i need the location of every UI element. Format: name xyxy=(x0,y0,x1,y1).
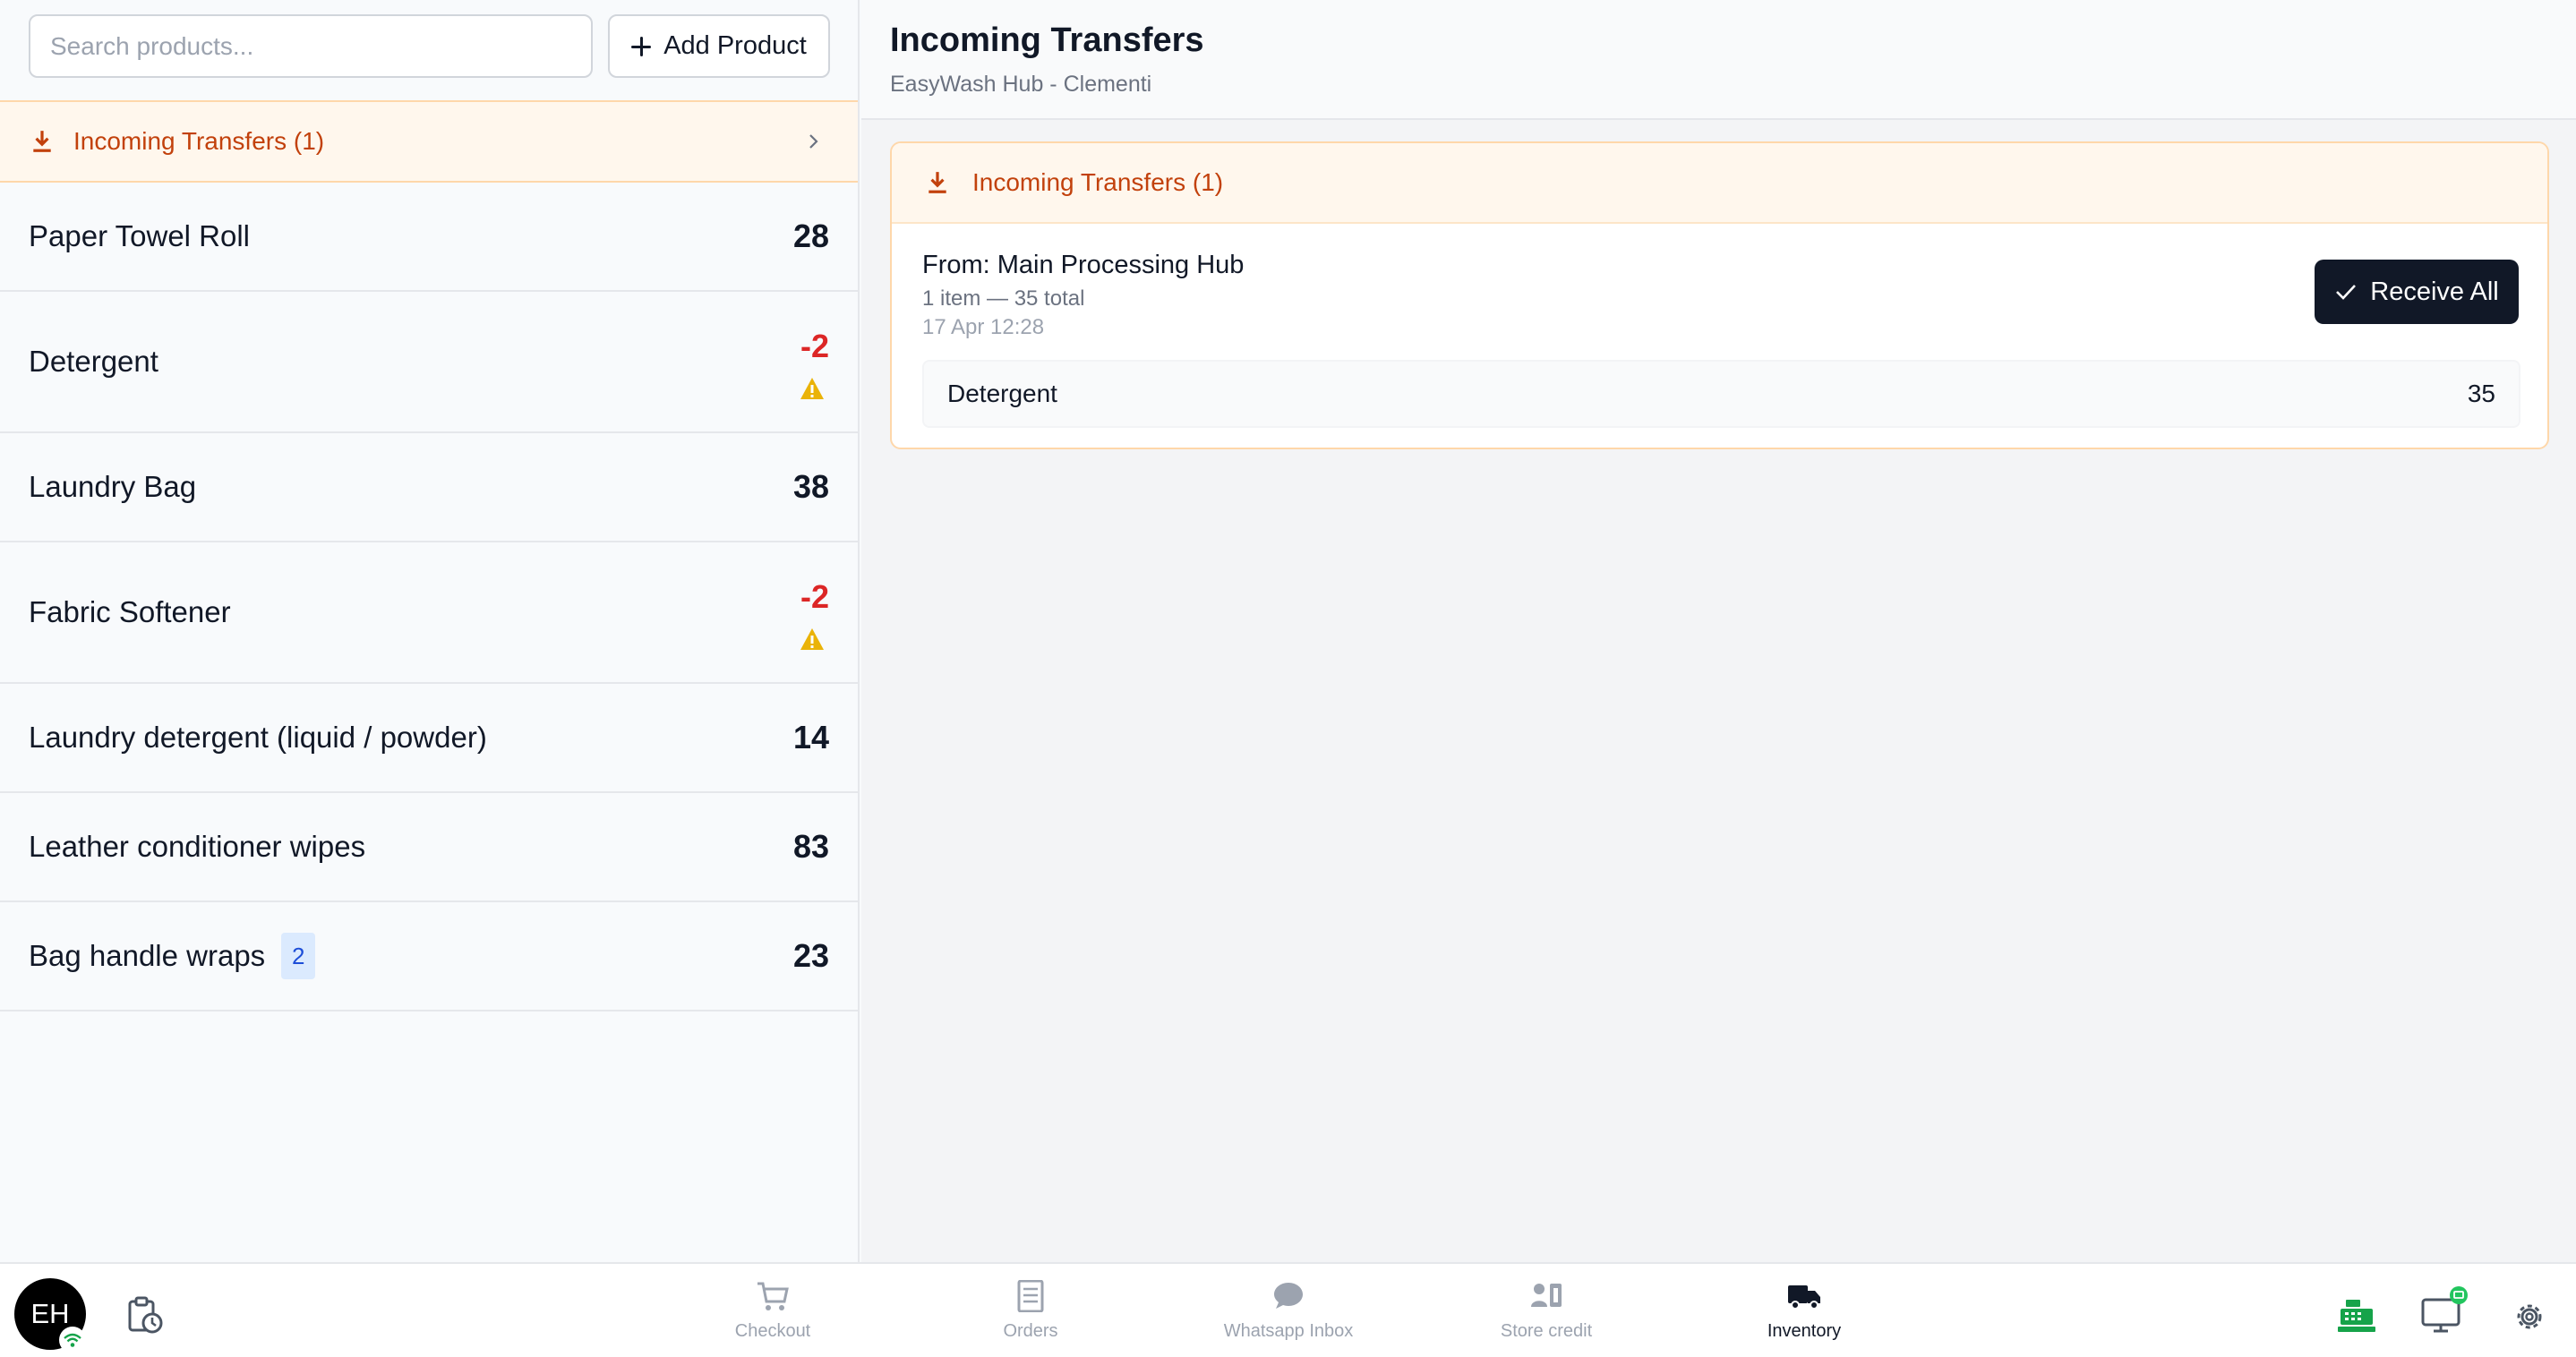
cart-icon xyxy=(757,1282,789,1310)
download-icon xyxy=(929,172,946,193)
nav-checkout[interactable]: Checkout xyxy=(674,1280,871,1352)
nav-inventory[interactable]: Inventory xyxy=(1706,1280,1903,1352)
truck-icon xyxy=(1788,1285,1820,1310)
product-name: Paper Towel Roll xyxy=(29,219,251,252)
product-name: Laundry detergent (liquid / powder) xyxy=(29,721,487,754)
transfer-item-quantity: 35 xyxy=(2467,380,2495,407)
warning-icon xyxy=(800,378,824,399)
user-initials: EH xyxy=(30,1298,70,1329)
incoming-transfers-banner[interactable]: Incoming Transfers (1) xyxy=(0,100,858,183)
check-icon xyxy=(2336,285,2357,300)
add-product-button[interactable]: Add Product xyxy=(608,14,830,78)
product-row[interactable]: Paper Towel Roll 28 xyxy=(0,183,858,292)
product-row[interactable]: Bag handle wraps 2 23 xyxy=(0,902,858,1011)
product-row[interactable]: Laundry detergent (liquid / powder) 14 xyxy=(0,684,858,793)
transfer-summary: 1 item — 35 total xyxy=(922,286,1085,311)
transfers-card-title: Incoming Transfers (1) xyxy=(972,168,1224,196)
page-title: Incoming Transfers xyxy=(890,21,1204,59)
nav-whatsapp-inbox[interactable]: Whatsapp Inbox xyxy=(1190,1280,1387,1352)
chevron-right-icon xyxy=(809,134,818,149)
nav-label: Whatsapp Inbox xyxy=(1223,1321,1354,1341)
store-name: EasyWash Hub - Clementi xyxy=(890,72,1152,97)
wallet-icon xyxy=(1531,1284,1562,1307)
product-quantity: 28 xyxy=(792,218,829,254)
search-input[interactable] xyxy=(29,14,593,78)
product-sidebar: Add Product Incoming Transfers (1) Paper… xyxy=(0,0,860,1262)
download-icon xyxy=(33,131,51,152)
detail-header: Incoming Transfers EasyWash Hub - Clemen… xyxy=(861,0,2576,120)
variant-count-badge: 2 xyxy=(281,933,316,979)
receipt-icon xyxy=(1017,1280,1044,1312)
product-name: Bag handle wraps xyxy=(29,939,266,972)
nav-orders[interactable]: Orders xyxy=(932,1280,1129,1352)
transfers-card: Incoming Transfers (1) From: Main Proces… xyxy=(890,141,2549,449)
transfers-detail-panel: Incoming Transfers EasyWash Hub - Clemen… xyxy=(861,0,2576,1262)
product-name: Detergent xyxy=(29,345,158,378)
wifi-icon xyxy=(64,1333,81,1347)
transfer-timestamp: 17 Apr 12:28 xyxy=(922,315,1045,339)
product-row[interactable]: Fabric Softener -2 xyxy=(0,542,858,684)
nav-label: Checkout xyxy=(734,1321,811,1341)
receive-all-button[interactable]: Receive All xyxy=(2315,260,2519,324)
transfers-card-header: Incoming Transfers (1) xyxy=(892,143,2547,224)
incoming-transfers-label: Incoming Transfers (1) xyxy=(73,127,325,155)
nav-label: Store credit xyxy=(1500,1321,1593,1341)
product-quantity: -2 xyxy=(800,578,829,615)
product-quantity: -2 xyxy=(800,328,829,364)
product-quantity: 23 xyxy=(792,937,829,974)
product-name: Leather conditioner wipes xyxy=(29,830,366,863)
clipboard-clock-icon[interactable] xyxy=(125,1296,165,1336)
receive-all-label: Receive All xyxy=(2370,277,2499,306)
bottom-navigation-bar: EH Checkout Orders Whatsapp Inbox Store … xyxy=(0,1262,2576,1357)
product-toolbar: Add Product xyxy=(0,0,858,100)
product-name: Laundry Bag xyxy=(29,470,197,503)
nav-label: Orders xyxy=(1003,1321,1058,1341)
product-row[interactable]: Detergent -2 xyxy=(0,292,858,433)
product-row[interactable]: Laundry Bag 38 xyxy=(0,433,858,542)
monitor-icon[interactable] xyxy=(2419,1285,2469,1336)
product-quantity: 83 xyxy=(792,828,829,865)
product-quantity: 14 xyxy=(792,719,829,755)
quantity-stack: -2 xyxy=(799,578,829,652)
cash-register-icon[interactable] xyxy=(2337,1298,2376,1334)
product-row[interactable]: Leather conditioner wipes 83 xyxy=(0,793,858,902)
product-quantity: 38 xyxy=(792,468,829,505)
nav-store-credit[interactable]: Store credit xyxy=(1448,1280,1645,1352)
quantity-stack: -2 xyxy=(799,328,829,401)
chat-bubble-icon xyxy=(1274,1283,1303,1309)
transfer-item-name: Detergent xyxy=(947,380,1057,407)
transfer-item-row: Detergent 35 xyxy=(922,360,2520,428)
gear-icon[interactable] xyxy=(2511,1298,2548,1336)
product-name: Fabric Softener xyxy=(29,595,231,628)
product-list: Paper Towel Roll 28 Detergent -2 Laundry… xyxy=(0,183,858,1011)
warning-icon xyxy=(800,628,824,650)
transfer-source: From: Main Processing Hub xyxy=(922,251,1245,279)
add-product-label: Add Product xyxy=(663,31,807,60)
wifi-status-badge xyxy=(59,1327,86,1353)
plus-icon xyxy=(631,36,652,56)
nav-label: Inventory xyxy=(1767,1321,1842,1341)
